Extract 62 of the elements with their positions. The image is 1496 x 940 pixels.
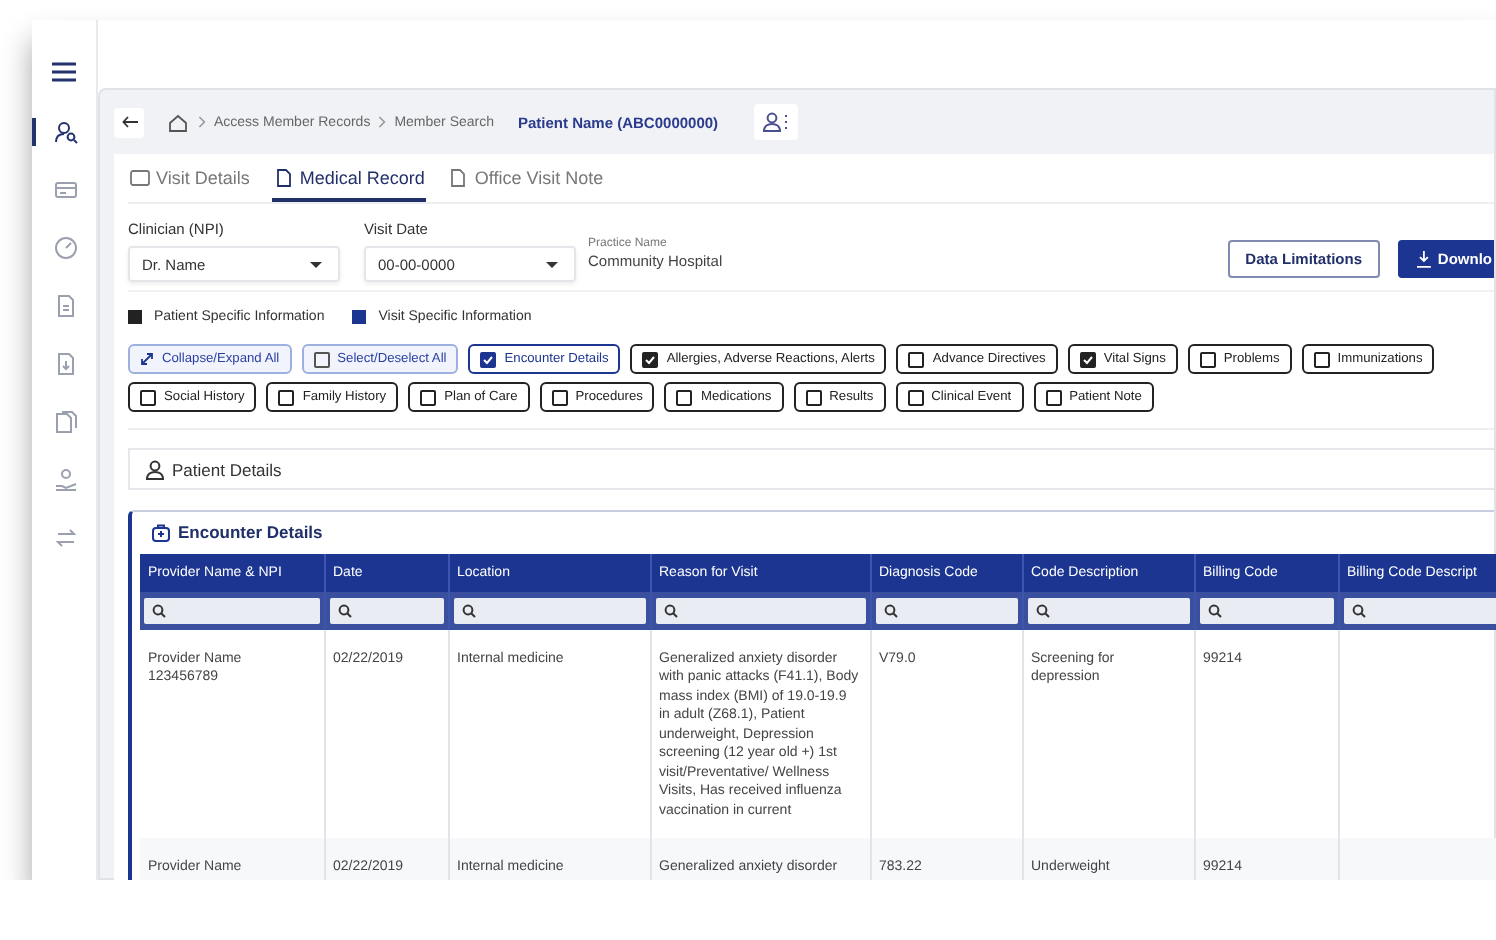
search-icon — [337, 604, 351, 618]
checkbox[interactable] — [420, 389, 437, 405]
checkbox[interactable] — [1045, 389, 1062, 405]
search-icon — [1207, 604, 1221, 618]
tab[interactable]: Visit Details — [128, 168, 252, 202]
search-icon — [152, 604, 166, 618]
document-download-icon[interactable] — [54, 352, 78, 376]
checkbox[interactable] — [1079, 351, 1096, 367]
document-icon — [273, 168, 294, 188]
search-icon — [663, 604, 677, 618]
search-icon — [883, 604, 897, 618]
check-icon — [482, 353, 495, 365]
column-search-field[interactable] — [655, 598, 865, 624]
checkbox[interactable] — [480, 351, 497, 367]
document-icon[interactable] — [54, 294, 78, 318]
arrow-left-icon — [121, 116, 137, 128]
checkbox[interactable] — [140, 389, 156, 405]
search-icon — [1351, 604, 1365, 618]
search-icon — [1035, 604, 1049, 618]
gauge-icon[interactable] — [54, 236, 78, 260]
column-search-field[interactable] — [875, 598, 1017, 624]
checkbox[interactable] — [313, 351, 330, 367]
checkbox[interactable] — [907, 389, 924, 405]
checkbox[interactable] — [805, 389, 822, 405]
check-icon — [644, 353, 657, 365]
column-search-field[interactable] — [329, 598, 443, 624]
expand-icon — [140, 352, 154, 366]
user-icon — [146, 459, 164, 479]
hand-icon[interactable] — [54, 468, 78, 492]
column-search-field[interactable] — [1199, 598, 1333, 624]
menu-icon[interactable] — [52, 62, 76, 82]
checkbox[interactable] — [1199, 351, 1216, 367]
checkbox[interactable] — [676, 389, 693, 405]
checkbox[interactable] — [1313, 351, 1330, 367]
home-icon[interactable] — [168, 113, 188, 131]
medical-bag-icon — [152, 523, 170, 541]
column-search-field[interactable] — [1027, 598, 1189, 624]
swap-arrows-icon[interactable] — [54, 526, 78, 550]
tab[interactable]: Medical Record — [271, 168, 427, 202]
back-button[interactable] — [114, 107, 144, 137]
column-search-field[interactable] — [1343, 598, 1496, 624]
section-title: Encounter Details — [152, 522, 1494, 542]
document-icon — [448, 168, 469, 188]
id-card-icon — [130, 168, 150, 188]
checkbox[interactable] — [278, 389, 295, 405]
chevron-right-icon — [378, 116, 387, 128]
checkbox[interactable] — [551, 389, 568, 405]
check-icon — [1081, 353, 1094, 365]
patient-menu-button[interactable] — [754, 104, 799, 140]
download-icon — [1416, 250, 1432, 268]
card-icon[interactable] — [54, 178, 78, 202]
patient-details-section[interactable]: Patient Details — [128, 448, 1494, 490]
tab[interactable]: Office Visit Note — [446, 168, 606, 202]
column-search-field[interactable] — [453, 598, 645, 624]
checkbox[interactable] — [642, 351, 659, 367]
documents-icon[interactable] — [54, 410, 78, 434]
column-search-field[interactable] — [144, 598, 319, 624]
search-icon — [461, 604, 475, 618]
user-search-icon[interactable] — [54, 120, 78, 144]
chevron-right-icon — [198, 116, 206, 128]
user-menu-icon — [762, 112, 791, 132]
checkbox[interactable] — [908, 351, 925, 367]
